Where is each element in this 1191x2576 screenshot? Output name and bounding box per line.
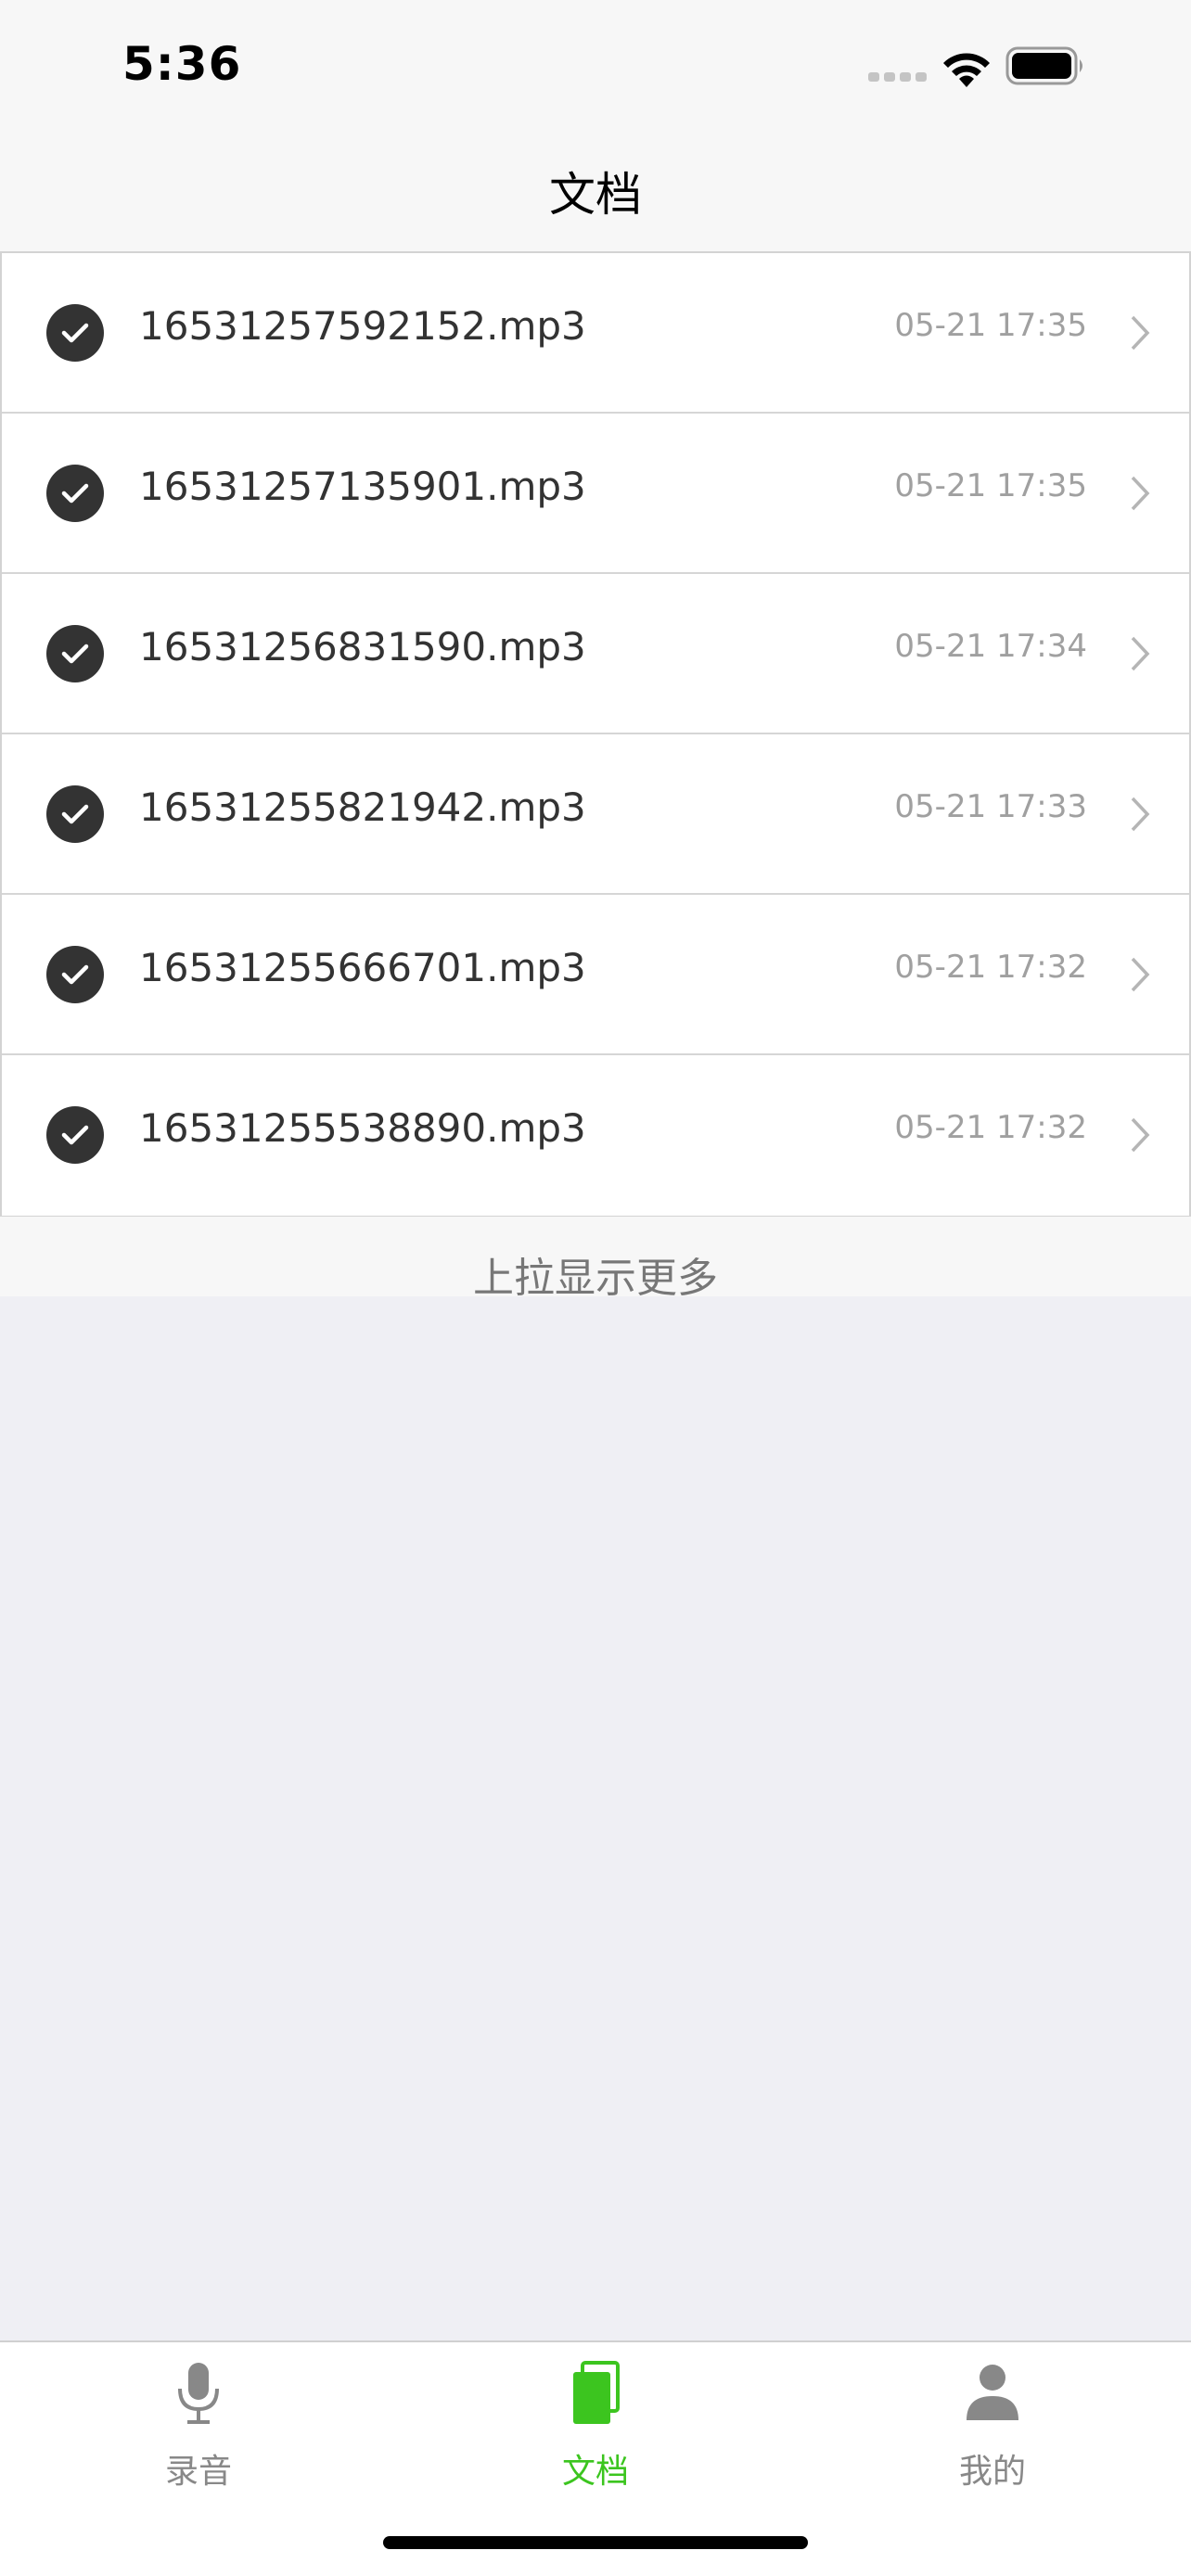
file-row[interactable]: 16531257135901.mp3 05-21 17:35 (2, 414, 1189, 574)
tab-label: 我的 (958, 2453, 1026, 2491)
chevron-right-icon (1131, 1117, 1150, 1153)
file-row[interactable]: 16531256831590.mp3 05-21 17:34 (2, 574, 1189, 734)
file-list: 16531257592152.mp3 05-21 17:35 165312571… (0, 253, 1191, 1218)
battery-icon (1005, 46, 1082, 85)
tab-record[interactable]: 录音 (0, 2342, 397, 2500)
file-time: 05-21 17:32 (894, 949, 1087, 986)
chevron-right-icon (1131, 315, 1150, 351)
file-name: 16531257135901.mp3 (139, 464, 586, 509)
wifi-icon (943, 53, 990, 87)
file-name: 16531257592152.mp3 (139, 303, 586, 349)
chevron-right-icon (1131, 476, 1150, 511)
home-indicator (383, 2536, 808, 2549)
cellular-signal-icon (868, 72, 927, 82)
navigation-bar: 文档 (0, 134, 1191, 253)
file-time: 05-21 17:33 (894, 788, 1087, 825)
checkmark-icon (46, 1106, 104, 1164)
checkmark-icon (46, 465, 104, 522)
file-name: 16531255538890.mp3 (139, 1105, 586, 1151)
document-icon (573, 2361, 620, 2424)
tab-profile[interactable]: 我的 (794, 2342, 1191, 2500)
tab-documents[interactable]: 文档 (397, 2342, 794, 2500)
status-indicators (857, 0, 1191, 134)
status-bar: 5:36 (0, 0, 1191, 134)
page-title: 文档 (549, 168, 642, 222)
checkmark-icon (46, 304, 104, 362)
checkmark-icon (46, 946, 104, 1003)
chevron-right-icon (1131, 797, 1150, 832)
file-time: 05-21 17:32 (894, 1109, 1087, 1146)
tab-label: 文档 (561, 2453, 629, 2491)
checkmark-icon (46, 785, 104, 843)
person-icon (967, 2365, 1018, 2420)
file-row[interactable]: 16531255821942.mp3 05-21 17:33 (2, 734, 1189, 895)
file-name: 16531255821942.mp3 (139, 784, 586, 830)
tab-label: 录音 (164, 2453, 232, 2491)
microphone-icon (178, 2363, 219, 2424)
checkmark-icon (46, 625, 104, 682)
load-more-footer: 上拉显示更多 (0, 1217, 1191, 1302)
file-row[interactable]: 16531257592152.mp3 05-21 17:35 (2, 253, 1189, 414)
file-row[interactable]: 16531255538890.mp3 05-21 17:32 (2, 1055, 1189, 1216)
file-row[interactable]: 16531255666701.mp3 05-21 17:32 (2, 895, 1189, 1055)
chevron-right-icon (1131, 636, 1150, 671)
file-name: 16531255666701.mp3 (139, 945, 586, 990)
file-time: 05-21 17:34 (894, 628, 1087, 665)
file-time: 05-21 17:35 (894, 307, 1087, 344)
file-time: 05-21 17:35 (894, 467, 1087, 504)
status-time: 5:36 (122, 37, 242, 91)
load-more-text: 上拉显示更多 (473, 1255, 718, 1302)
file-name: 16531256831590.mp3 (139, 624, 586, 670)
chevron-right-icon (1131, 957, 1150, 992)
